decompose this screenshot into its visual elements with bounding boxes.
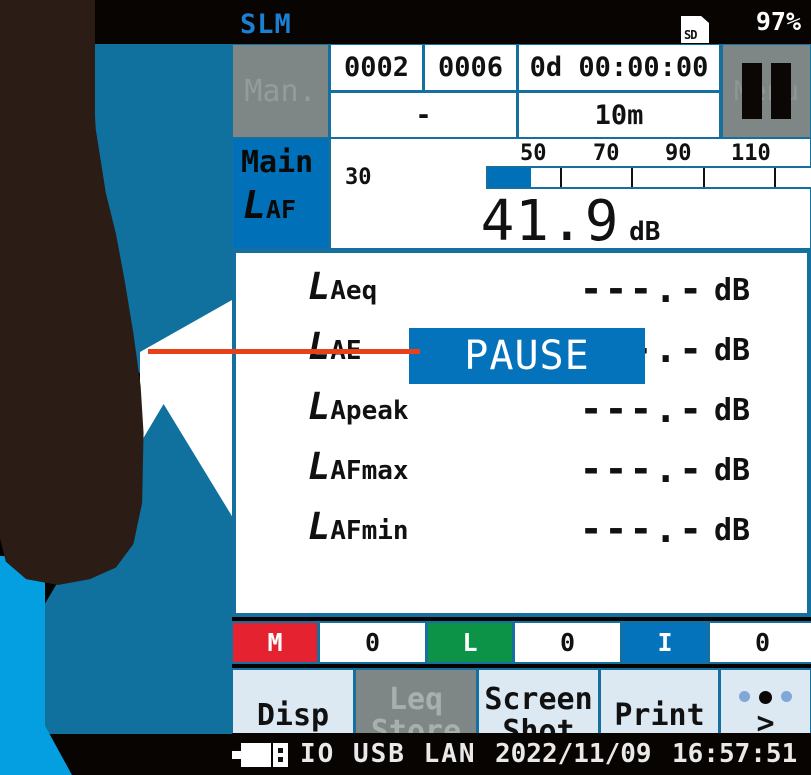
- main-level-display: 30 130 50 70 90 110 41.9 d: [331, 139, 811, 254]
- sd-card-icon: SD: [681, 16, 709, 43]
- foreground-dark-silhouette-top: [0, 0, 95, 200]
- marker-strip: M 0 L 0 I 0: [232, 621, 811, 664]
- measurement-row: LApeak ---.- dB: [236, 383, 807, 443]
- main-panel: Man. 0002 0006 0d 00:00:00 - 10m Menu Ma…: [232, 44, 811, 763]
- battery-icon-body: [241, 743, 271, 767]
- bar-min-label: 30: [345, 165, 372, 190]
- marker-tag-l[interactable]: L: [428, 623, 512, 662]
- measurement-mode-button[interactable]: Man.: [233, 45, 328, 137]
- bar-tick-label-70: 70: [593, 141, 620, 166]
- status-date: 2022/11/09: [495, 739, 652, 769]
- bar-tick-label-50: 50: [520, 141, 547, 166]
- marker-tag-i[interactable]: I: [623, 623, 707, 662]
- bar-tick-50: [559, 168, 562, 187]
- main-metric-symbol: LAF: [243, 183, 296, 227]
- measurement-unit: dB: [714, 393, 751, 428]
- measurement-label: LAE: [308, 325, 362, 368]
- pause-status-badge: PAUSE: [409, 328, 645, 384]
- measurement-unit: dB: [714, 273, 751, 308]
- annotation-pointer-line: [148, 349, 420, 354]
- measurement-value: ---.-: [579, 387, 704, 431]
- measurement-unit: dB: [714, 333, 751, 368]
- bar-tick-label-90: 90: [665, 141, 692, 166]
- marker-value-i: 0: [710, 623, 811, 662]
- bottom-status-bar: IO USB LAN 2022/11/09 16:57:51: [0, 733, 811, 775]
- battery-icon-cap: [273, 743, 288, 767]
- app-title: SLM: [240, 9, 292, 40]
- header-info-grid: Man. 0002 0006 0d 00:00:00 - 10m Menu: [232, 44, 811, 138]
- pause-icon-bar-left: [742, 63, 762, 119]
- print-button-label: Print: [614, 697, 705, 733]
- battery-percent: 97%: [755, 7, 801, 36]
- measurement-value: ---.-: [579, 447, 704, 491]
- page-indicator-dots: [739, 691, 792, 705]
- measurement-value: ---.-: [579, 267, 704, 311]
- top-status-bar: SLM SD 97%: [0, 0, 811, 44]
- disp-button-label: Disp: [256, 697, 330, 733]
- page-dot-active: [759, 691, 772, 705]
- sub-measurement-panel: LAeq ---.- dB LAE ---.- dB LApeak: [232, 249, 811, 617]
- main-metric-subscript: AF: [265, 195, 296, 224]
- measurement-row: LAFmin ---.- dB: [236, 503, 807, 563]
- menu-button[interactable]: Menu: [723, 45, 810, 137]
- main-channel-label[interactable]: Main LAF: [233, 139, 328, 248]
- measurement-row: LAeq ---.- dB: [236, 263, 807, 323]
- measurement-label: LApeak: [308, 385, 409, 428]
- screen-shot-button-label-line1: Screen: [484, 682, 593, 717]
- marker-value-m: 0: [320, 623, 425, 662]
- bar-tick-110: [774, 168, 777, 187]
- main-value-unit: dB: [629, 217, 661, 247]
- marker-value-l: 0: [515, 623, 620, 662]
- measurement-label: LAFmax: [308, 445, 409, 488]
- measurement-row: LAFmax ---.- dB: [236, 443, 807, 503]
- measurement-value: ---.-: [579, 507, 704, 551]
- measurement-label: LAFmin: [308, 505, 409, 548]
- pause-icon-bar-right: [771, 63, 791, 119]
- store-state-value: -: [331, 93, 516, 137]
- main-label-text: Main: [241, 145, 314, 180]
- counter-2-value: 0006: [425, 45, 516, 90]
- main-value: 41.9: [480, 189, 620, 254]
- bar-tick-label-110: 110: [731, 141, 771, 166]
- measurement-unit: dB: [714, 453, 751, 488]
- main-readout-row: Main LAF 30 130 50 70 90 110: [232, 138, 811, 254]
- level-bar-fill: [488, 168, 531, 187]
- screenshot-root: SLM SD 97% Man. 0002 0006 0d 00:00:00 - …: [0, 0, 811, 775]
- marker-tag-m[interactable]: M: [233, 623, 317, 662]
- leq-store-button-label-line1: Leq: [388, 682, 444, 717]
- elapsed-time-value: 0d 00:00:00: [519, 45, 719, 90]
- page-dot: [739, 691, 750, 703]
- page-dot: [781, 691, 792, 703]
- counter-1-value: 0002: [331, 45, 422, 90]
- main-value-group: 41.9 dB: [331, 189, 810, 254]
- battery-icon: [232, 743, 288, 767]
- status-time: 16:57:51: [672, 739, 798, 769]
- measurement-unit: dB: [714, 513, 751, 548]
- bar-tick-70: [631, 168, 634, 187]
- measurement-label: LAeq: [308, 265, 378, 308]
- level-bar-meter: [486, 166, 811, 189]
- measurement-duration-value: 10m: [519, 93, 719, 137]
- sd-card-icon-label: SD: [684, 28, 697, 42]
- connection-labels: IO USB LAN: [300, 739, 477, 769]
- bar-tick-90: [702, 168, 705, 187]
